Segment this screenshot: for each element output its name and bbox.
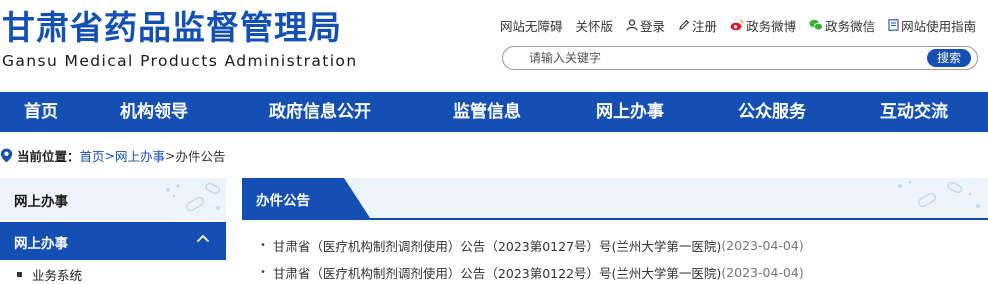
sidebar-item-business-system[interactable]: 业务系统 xyxy=(0,260,226,284)
wechat-link[interactable]: 政务微信 xyxy=(809,16,875,35)
location-pin-icon xyxy=(0,148,13,162)
breadcrumb-separator: > xyxy=(165,147,176,163)
list-item[interactable]: • 甘肃省（医疗机构制剂调剂使用）公告（2023第0127号）号(兰州大学第一医… xyxy=(260,235,804,255)
breadcrumb-separator: > xyxy=(104,147,116,163)
login-link[interactable]: 登录 xyxy=(626,16,665,35)
register-link[interactable]: 注册 xyxy=(678,16,717,35)
sidebar-title: 网上办事 xyxy=(14,194,68,210)
weibo-link-label: 政务微博 xyxy=(746,18,797,34)
login-link-label: 登录 xyxy=(640,18,666,34)
nav-leadership[interactable]: 机构领导 xyxy=(120,92,188,132)
nav-public-services[interactable]: 公众服务 xyxy=(738,92,806,132)
top-links: 网站无障碍 关怀版 登录 注册 政务微博 政务微信 网站使用指南 xyxy=(500,15,976,35)
breadcrumb-current: 办件公告 xyxy=(175,148,226,164)
wechat-icon xyxy=(809,19,824,31)
nav-interaction[interactable]: 互动交流 xyxy=(880,92,948,132)
accessibility-link-label: 网站无障碍 xyxy=(500,18,563,34)
nav-gov-info[interactable]: 政府信息公开 xyxy=(269,92,371,132)
list-item[interactable]: • 甘肃省（医疗机构制剂调剂使用）公告（2023第0122号）号(兰州大学第一医… xyxy=(260,262,804,282)
list-item-date: (2023-04-04) xyxy=(721,237,804,253)
guide-link[interactable]: 网站使用指南 xyxy=(888,16,976,35)
sidebar-item-label: 业务系统 xyxy=(32,268,83,283)
chevron-up-icon xyxy=(196,234,210,243)
list-item-title[interactable]: 甘肃省（医疗机构制剂调剂使用）公告（2023第0127号）号(兰州大学第一医院) xyxy=(273,236,721,255)
guide-icon xyxy=(888,19,899,31)
bullet-icon: • xyxy=(260,266,266,278)
site-logo-title[interactable]: 甘肃省药品监督管理局 xyxy=(2,8,342,48)
search-button[interactable]: 搜索 xyxy=(927,49,971,67)
nav-online-services[interactable]: 网上办事 xyxy=(596,92,664,132)
weibo-link[interactable]: 政务微博 xyxy=(730,16,796,35)
site-logo-subtitle: Gansu Medical Products Administration xyxy=(2,52,358,70)
search-box: 搜索 xyxy=(502,46,978,70)
bullet-icon xyxy=(17,272,22,277)
sidebar-section-online-services[interactable]: 网上办事 xyxy=(0,222,226,260)
panel-title: 办件公告 xyxy=(256,193,310,209)
decorative-pills-icon xyxy=(166,182,221,212)
bullet-icon: • xyxy=(260,239,266,251)
nav-home[interactable]: 首页 xyxy=(24,92,58,132)
panel-tab-announcements[interactable]: 办件公告 xyxy=(242,178,370,218)
pencil-icon xyxy=(679,19,690,30)
care-mode-link[interactable]: 关怀版 xyxy=(576,16,614,35)
nav-supervision[interactable]: 监管信息 xyxy=(453,92,521,132)
wechat-link-label: 政务微信 xyxy=(825,18,876,34)
care-mode-link-label: 关怀版 xyxy=(575,18,614,34)
decorative-pills-icon xyxy=(898,180,980,208)
list-item-title[interactable]: 甘肃省（医疗机构制剂调剂使用）公告（2023第0122号）号(兰州大学第一医院) xyxy=(273,263,721,282)
weibo-icon xyxy=(730,19,744,31)
breadcrumb-home[interactable]: 首页 xyxy=(80,146,105,165)
breadcrumb: 当前位置： 首页 > 网上办事 > 办件公告 xyxy=(0,146,226,164)
breadcrumb-label: 当前位置： xyxy=(17,148,80,164)
sidebar-section-label: 网上办事 xyxy=(14,236,68,252)
user-icon xyxy=(626,19,638,31)
list-item-date: (2023-04-04) xyxy=(721,264,804,280)
accessibility-link[interactable]: 网站无障碍 xyxy=(500,16,563,35)
sidebar-header: 网上办事 xyxy=(0,178,226,220)
guide-link-label: 网站使用指南 xyxy=(901,18,977,34)
register-link-label: 注册 xyxy=(692,18,718,34)
search-input[interactable] xyxy=(529,49,909,67)
breadcrumb-online-services[interactable]: 网上办事 xyxy=(115,146,165,165)
main-nav: 首页 机构领导 政府信息公开 监管信息 网上办事 公众服务 互动交流 xyxy=(0,92,988,132)
